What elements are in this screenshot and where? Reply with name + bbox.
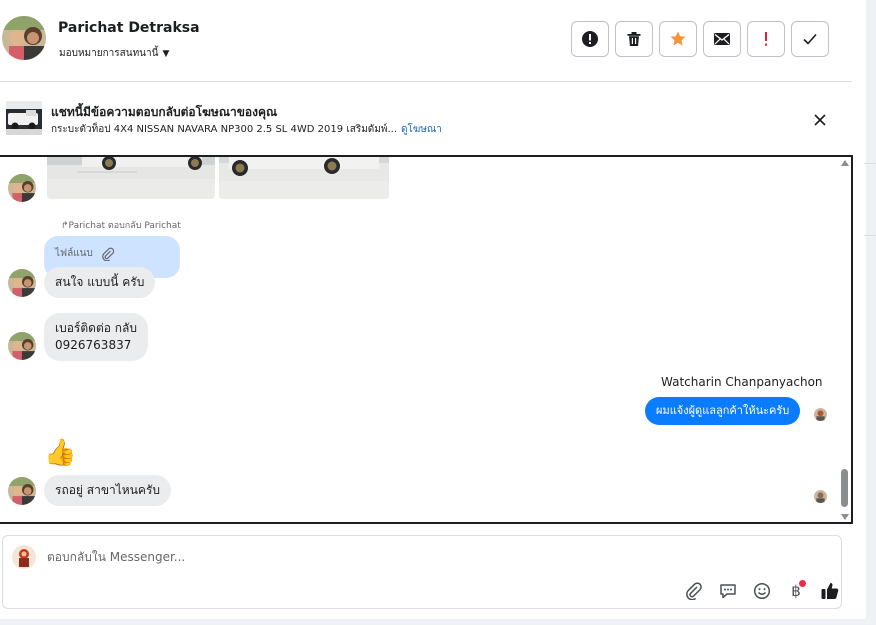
message-composer: ฿ [2,535,842,609]
attachment-label: ไฟล์แนบ [55,246,115,261]
attach-file-button[interactable] [683,580,705,602]
assign-label: มอบหมายการสนทนานี้ [59,48,159,59]
assign-conversation-dropdown[interactable]: มอบหมายการสนทนานี้ ▼ [59,46,169,61]
contact-avatar[interactable] [2,16,46,60]
ad-reply-banner: แชทนี้มีข้อความตอบกลับต่อโฆษณาของคุณ กระ… [0,83,852,155]
thumbs-up-sticker[interactable]: 👍 [44,438,76,468]
contact-name: Parichat Detraksa [58,20,200,36]
side-panel-inner [852,0,866,625]
contact-avatar[interactable] [8,477,36,505]
caret-down-icon: ▼ [162,48,170,59]
ad-banner-title: แชทนี้มีข้อความตอบกลับต่อโฆษณาของคุณ [51,105,278,119]
trash-icon [627,32,641,46]
reply-arrow-icon: ↱ [61,221,69,231]
emoji-icon [753,582,771,600]
side-panel-edge [852,0,876,625]
ad-thumbnail[interactable] [6,101,42,135]
thread-scrollbar[interactable] [838,157,851,522]
divider [864,235,876,236]
view-ad-link[interactable]: ดูโฆษณา [401,124,442,135]
mark-done-button[interactable] [791,21,829,57]
close-icon [814,114,826,126]
envelope-icon [714,33,730,45]
scroll-up-arrow[interactable] [841,160,849,166]
like-icon [821,583,839,599]
check-icon [803,33,817,45]
mark-spam-button[interactable] [571,21,609,57]
seen-avatar [814,408,827,421]
close-banner-button[interactable] [810,110,830,130]
page-avatar [12,545,36,569]
incoming-message-bubble[interactable]: รถอยู่ สาขาไหนครับ [44,475,172,506]
reply-note-text: Parichat ตอบกลับ Parichat [68,221,181,231]
paperclip-icon [102,247,115,261]
star-button[interactable] [659,21,697,57]
sender-name: Watcharin Chanpanyachon [661,375,823,389]
seen-avatar [814,490,827,503]
message-thread[interactable]: ↱Parichat ตอบกลับ Parichat ไฟล์แนบ สนใจ … [0,155,853,524]
saved-replies-button[interactable] [717,580,739,602]
phone-number: 0926763837 [55,338,132,352]
mark-unread-button[interactable] [703,21,741,57]
attachment-text: ไฟล์แนบ [55,248,93,259]
payment-button[interactable]: ฿ [785,580,807,602]
message-text: เบอร์ติดต่อ กลับ [55,321,138,335]
notification-dot [799,580,806,587]
delete-button[interactable] [615,21,653,57]
page-bottom-band [0,619,876,625]
exclamation-icon [765,32,767,46]
message-photo[interactable] [47,157,215,199]
contact-avatar[interactable] [8,174,36,202]
ad-description: กระบะตัวท็อป 4X4 NISSAN NAVARA NP300 2.5… [51,124,398,135]
star-icon [670,31,686,46]
header-actions [571,21,829,57]
outgoing-message-bubble[interactable]: ผมแจ้งผู้ดูแลลูกค้าให้นะครับ [645,397,801,425]
follow-up-button[interactable] [747,21,785,57]
scroll-down-arrow[interactable] [841,514,849,520]
composer-tools: ฿ [683,580,841,602]
attachment-icon [686,582,702,600]
reply-indicator: ↱Parichat ตอบกลับ Parichat [61,218,181,232]
send-like-button[interactable] [819,580,841,602]
saved-reply-icon [720,584,736,599]
divider [864,163,876,164]
contact-avatar[interactable] [8,332,36,360]
ad-banner-subtitle: กระบะตัวท็อป 4X4 NISSAN NAVARA NP300 2.5… [51,122,442,137]
incoming-message-bubble[interactable]: สนใจ แบบนี้ ครับ [44,267,156,298]
message-photo[interactable] [219,157,389,199]
emoji-button[interactable] [751,580,773,602]
scrollbar-thumb[interactable] [841,469,848,507]
conversation-header: Parichat Detraksa มอบหมายการสนทนานี้ ▼ [0,0,852,82]
incoming-message-bubble[interactable]: เบอร์ติดต่อ กลับ 0926763837 [44,313,149,361]
message-input[interactable] [47,550,747,564]
alert-circle-icon [582,31,598,47]
contact-avatar[interactable] [8,269,36,297]
